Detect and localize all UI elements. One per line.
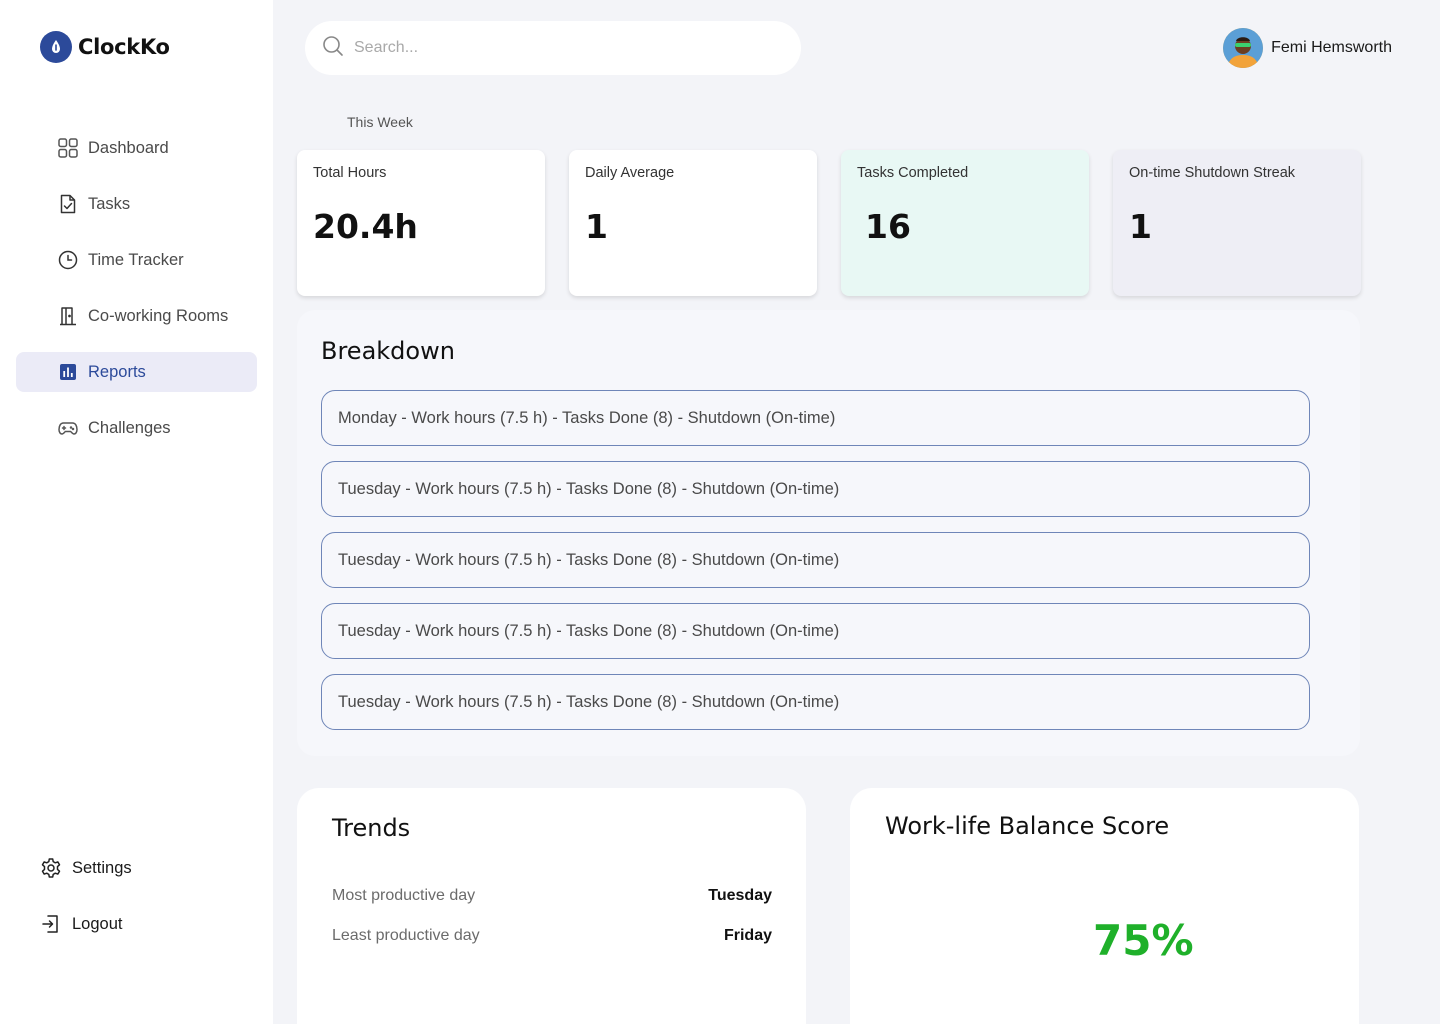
stat-label: Daily Average [585,165,675,181]
settings-label: Settings [72,858,132,877]
breakdown-row[interactable]: Tuesday - Work hours (7.5 h) - Tasks Don… [321,461,1310,517]
trends-panel: Trends Most productive day Tuesday Least… [297,788,806,1024]
breakdown-title: Breakdown [321,337,455,365]
stat-value: 16 [865,207,911,246]
stat-value: 20.4h [313,207,418,246]
breakdown-row[interactable]: Tuesday - Work hours (7.5 h) - Tasks Don… [321,603,1310,659]
stat-card-tasks-completed: Tasks Completed 16 [841,150,1089,296]
logout-icon [40,913,62,935]
bar-chart-icon [57,361,79,383]
search-input[interactable] [354,39,774,57]
breakdown-row[interactable]: Monday - Work hours (7.5 h) - Tasks Done… [321,390,1310,446]
clock-icon [57,249,79,271]
search-icon [322,35,344,62]
balance-title: Work-life Balance Score [885,812,1170,840]
sidebar-item-label: Reports [88,362,146,381]
stat-card-shutdown-streak: On-time Shutdown Streak 1 [1113,150,1361,296]
period-label: This Week [347,114,413,130]
stat-label: Total Hours [313,165,387,181]
trend-value: Tuesday [708,887,772,904]
stat-label: On-time Shutdown Streak [1129,165,1296,181]
breakdown-section: Breakdown Monday - Work hours (7.5 h) - … [297,310,1360,756]
door-icon [57,305,79,327]
breakdown-row[interactable]: Tuesday - Work hours (7.5 h) - Tasks Don… [321,674,1310,730]
balance-score: 75% [1093,916,1194,965]
logout-label: Logout [72,914,123,933]
avatar [1223,28,1264,68]
stat-label: Tasks Completed [857,165,969,181]
task-file-icon [57,193,79,215]
stat-card-total-hours: Total Hours 20.4h [297,150,545,296]
sidebar-item-dashboard[interactable]: Dashboard [16,128,257,168]
trend-row-least-productive: Least productive day Friday [332,927,772,945]
gamepad-icon [57,417,79,439]
user-profile[interactable]: Femi Hemsworth [1223,28,1392,68]
sidebar-item-label: Tasks [88,194,131,213]
user-name: Femi Hemsworth [1271,39,1392,56]
trend-key: Most productive day [332,887,476,904]
sidebar-item-label: Time Tracker [88,250,184,269]
sidebar-item-reports[interactable]: Reports [16,352,257,392]
stat-value: 1 [585,207,608,246]
settings-button[interactable]: Settings [40,850,132,886]
brand[interactable]: ClockKo [40,31,170,63]
sidebar-item-time-tracker[interactable]: Time Tracker [16,240,257,280]
sidebar-item-label: Challenges [88,418,171,437]
balance-panel: Work-life Balance Score 75% [850,788,1359,1024]
sidebar-item-label: Co-working Rooms [88,306,229,325]
stat-value: 1 [1129,207,1152,246]
main-nav: Dashboard Tasks Time Tracker Co-working … [16,128,257,464]
sidebar-item-tasks[interactable]: Tasks [16,184,257,224]
bottom-nav: Settings Logout [40,850,132,962]
search-bar[interactable] [305,21,801,75]
trends-title: Trends [332,814,411,842]
sidebar-item-label: Dashboard [88,138,169,157]
clockko-logo-icon [40,31,72,63]
stat-card-daily-average: Daily Average 1 [569,150,817,296]
breakdown-row[interactable]: Tuesday - Work hours (7.5 h) - Tasks Don… [321,532,1310,588]
gear-icon [40,857,62,879]
sidebar-item-coworking-rooms[interactable]: Co-working Rooms [16,296,257,336]
trend-value: Friday [723,927,772,944]
grid-icon [57,137,79,159]
sidebar-item-challenges[interactable]: Challenges [16,408,257,448]
sidebar: ClockKo Dashboard Tasks Time Tracker Co-… [0,0,273,1024]
app-name: ClockKo [78,35,170,59]
trend-key: Least productive day [332,927,480,944]
logout-button[interactable]: Logout [40,906,132,942]
trend-row-most-productive: Most productive day Tuesday [332,887,772,905]
